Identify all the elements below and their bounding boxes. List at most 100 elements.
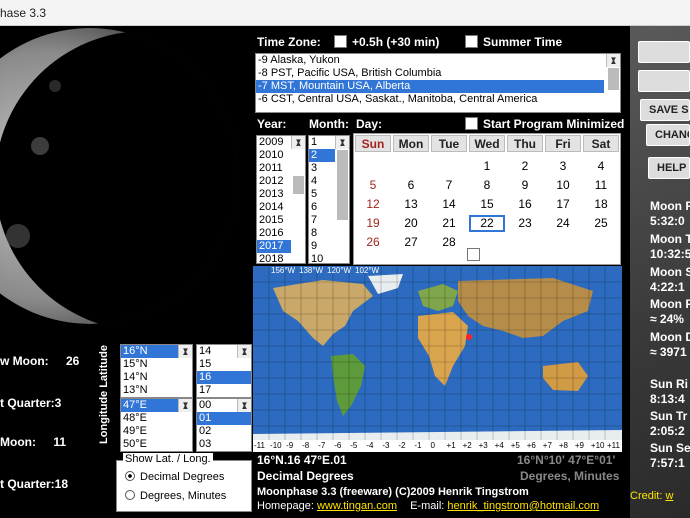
calendar-day[interactable]: 5 — [355, 177, 391, 194]
list-item[interactable]: 9 — [309, 240, 349, 253]
calendar-day[interactable]: 8 — [469, 177, 505, 194]
calendar-day[interactable]: 24 — [545, 215, 581, 232]
list-item[interactable]: 2018 — [257, 253, 305, 263]
list-item[interactable]: 15°N — [121, 358, 192, 371]
footer-copyright: Moonphase 3.3 (freeware) (C)2009 Henrik … — [257, 486, 529, 498]
lon-minute-list[interactable]: 00 01 02 03 ▲ ▼ — [196, 398, 252, 452]
scrollbar[interactable]: ▲ ▼ — [335, 136, 349, 220]
list-item[interactable]: 02 — [197, 425, 251, 438]
list-item[interactable]: 17 — [197, 384, 251, 397]
calendar-day[interactable]: 19 — [355, 215, 391, 232]
calendar-day[interactable]: 1 — [469, 158, 505, 175]
homepage-link[interactable]: www.tingan.com — [317, 500, 397, 512]
list-item[interactable]: 03 — [197, 438, 251, 451]
timezone-tick: +1 — [446, 441, 456, 450]
list-item[interactable]: 2016 — [257, 227, 305, 240]
calendar-day[interactable]: 27 — [393, 234, 429, 251]
email-link[interactable]: henrik_tingstrom@hotmail.com — [447, 500, 599, 512]
calendar-day[interactable]: 23 — [507, 215, 543, 232]
list-item[interactable]: -8 PST, Pacific USA, British Columbia — [256, 67, 620, 80]
lon-degree-list[interactable]: 47°E 48°E 49°E 50°E ▲ ▼ — [120, 398, 193, 452]
day-label: Day: — [356, 117, 383, 131]
credit-link[interactable]: w — [665, 490, 673, 502]
good-fish-days-checkbox[interactable]: Show Good Fish Days — [467, 248, 612, 262]
calendar-day[interactable]: 21 — [431, 215, 467, 232]
list-item[interactable]: 2014 — [257, 201, 305, 214]
scrollbar[interactable]: ▲ ▼ — [178, 399, 192, 412]
summer-time-checkbox[interactable]: Summer Time — [465, 35, 562, 49]
calendar-day[interactable]: 7 — [431, 177, 467, 194]
calendar-day[interactable]: 26 — [355, 234, 391, 251]
list-item[interactable]: 15 — [197, 358, 251, 371]
timezone-tick: -7 — [318, 441, 326, 450]
calendar-grid[interactable]: Sun Mon Tue Wed Thu Fri Sat 1 2 3 4 5 6 7 8 9 10 11 12 13 14… — [353, 133, 621, 265]
list-item[interactable]: 49°E — [121, 425, 192, 438]
help-button[interactable]: HELP — [648, 157, 690, 179]
change-button[interactable]: CHANG — [646, 124, 690, 146]
list-item[interactable]: 10 — [309, 253, 349, 263]
list-item[interactable]: -7 MST, Mountain USA, Alberta — [256, 80, 604, 93]
list-item[interactable]: -6 CST, Central USA, Saskat., Manitoba, … — [256, 93, 620, 106]
list-item[interactable]: 14°N — [121, 371, 192, 384]
calendar-day[interactable]: 28 — [431, 234, 467, 251]
year-label: Year: — [257, 117, 287, 131]
timezone-list[interactable]: -9 Alaska, Yukon -8 PST, Pacific USA, Br… — [255, 53, 621, 113]
list-item[interactable]: 2010 — [257, 149, 305, 162]
calendar-day[interactable]: 12 — [355, 196, 391, 213]
credit-label[interactable]: Credit: w — [630, 490, 673, 502]
timezone-tick: +4 — [494, 441, 504, 450]
list-item[interactable]: -9 Alaska, Yukon — [256, 54, 620, 67]
calendar-day[interactable]: 14 — [431, 196, 467, 213]
degrees-minutes-radio[interactable]: Degrees, Minutes — [125, 490, 226, 502]
year-list[interactable]: 2009 2010 2011 2012 2013 2014 2015 2016 … — [256, 135, 306, 264]
timezone-tick: +9 — [574, 441, 584, 450]
calendar-day[interactable]: 15 — [469, 196, 505, 213]
list-item[interactable]: 16 — [197, 371, 251, 384]
calendar-day[interactable]: 11 — [583, 177, 619, 194]
lat-degree-list[interactable]: 16°N 15°N 14°N 13°N ▲ ▼ — [120, 344, 193, 398]
list-item[interactable]: 2 — [309, 149, 335, 162]
scrollbar[interactable]: ▲ ▼ — [178, 345, 192, 358]
list-item[interactable]: 2015 — [257, 214, 305, 227]
list-item[interactable]: 2011 — [257, 162, 305, 175]
list-item[interactable]: 50°E — [121, 438, 192, 451]
list-item[interactable]: 2017 — [257, 240, 291, 253]
blank-button-1[interactable] — [638, 41, 690, 63]
calendar-day[interactable]: 6 — [393, 177, 429, 194]
calendar-day[interactable]: 10 — [545, 177, 581, 194]
scrollbar[interactable]: ▲ ▼ — [237, 399, 251, 412]
timezone-tick: -2 — [398, 441, 406, 450]
moon-set: Moon S 4:22:1 — [650, 265, 690, 294]
start-minimized-checkbox[interactable]: Start Program Minimized — [465, 117, 624, 131]
radio-selected-icon — [125, 471, 135, 481]
calendar-day[interactable]: 2 — [507, 158, 543, 175]
blank-button-2[interactable] — [638, 70, 690, 92]
lat-minute-list[interactable]: 14 15 16 17 ▲ ▼ — [196, 344, 252, 398]
month-label: Month: — [309, 117, 349, 131]
calendar-day[interactable]: 22 — [469, 215, 505, 232]
calendar-day[interactable]: 9 — [507, 177, 543, 194]
list-item[interactable]: 48°E — [121, 412, 192, 425]
calendar-day[interactable]: 4 — [583, 158, 619, 175]
scrollbar[interactable]: ▲ ▼ — [291, 136, 305, 194]
timezone-tick: -10 — [270, 441, 282, 450]
calendar-day[interactable]: 16 — [507, 196, 543, 213]
list-item[interactable]: 13°N — [121, 384, 192, 397]
coord-decimal: 16°N.16 47°E.01 — [257, 453, 347, 467]
calendar-day[interactable]: 18 — [583, 196, 619, 213]
scrollbar[interactable]: ▲ ▼ — [606, 54, 620, 90]
decimal-degrees-radio[interactable]: Decimal Degrees — [125, 471, 224, 483]
scrollbar[interactable]: ▲ ▼ — [237, 345, 251, 358]
calendar-day[interactable]: 17 — [545, 196, 581, 213]
timezone-tick: +3 — [478, 441, 488, 450]
calendar-day[interactable]: 25 — [583, 215, 619, 232]
save-settings-button[interactable]: SAVE S — [640, 99, 690, 121]
world-map[interactable]: 156°W 138°W 120°W 102°W -11 -10 -9 -8 -7 -6 -5… — [253, 266, 622, 452]
calendar-day[interactable]: 20 — [393, 215, 429, 232]
calendar-day[interactable]: 13 — [393, 196, 429, 213]
month-list[interactable]: 1 2 3 4 5 6 7 8 9 10 ▲ ▼ — [308, 135, 350, 264]
list-item[interactable]: 01 — [197, 412, 251, 425]
half-hour-checkbox[interactable]: +0.5h (+30 min) — [334, 35, 439, 49]
list-item[interactable]: 8 — [309, 227, 349, 240]
calendar-day[interactable]: 3 — [545, 158, 581, 175]
